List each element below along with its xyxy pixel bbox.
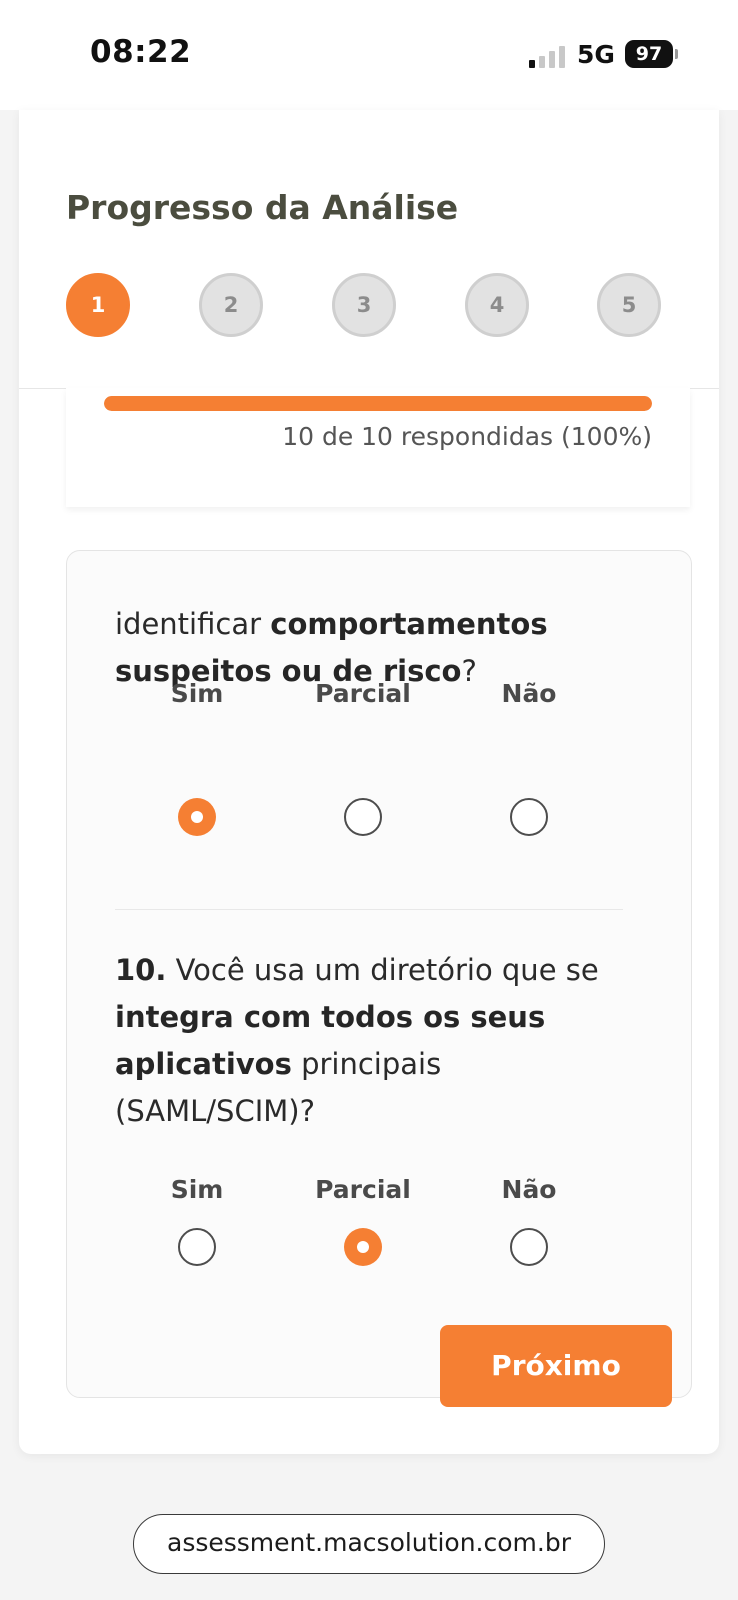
step-1[interactable]: 1 <box>66 273 130 337</box>
question-10-text: 10. Você usa um diretório que se integra… <box>115 953 599 1128</box>
q10-option-parcial-label: Parcial <box>315 1175 411 1204</box>
battery-level: 97 <box>635 43 663 65</box>
status-bar: 08:22 5G 97 <box>0 0 738 110</box>
q10-option-sim-label: Sim <box>170 1175 224 1204</box>
assessment-card: identificar comportamentos suspeitos ou … <box>19 110 719 1454</box>
q10-option-nao-label: Não <box>501 1175 557 1204</box>
progress-panel: 10 de 10 respondidas (100%) <box>66 388 690 507</box>
progress-bar-fill <box>104 396 652 411</box>
status-time: 08:22 <box>90 34 192 70</box>
progress-text: 10 de 10 respondidas (100%) <box>282 422 652 451</box>
step-5[interactable]: 5 <box>597 273 661 337</box>
q9-option-sim-label: Sim <box>170 679 224 708</box>
q9-radio-parcial[interactable] <box>344 798 382 836</box>
q10-radio-parcial[interactable] <box>344 1228 382 1266</box>
page-title: Progresso da Análise <box>66 188 459 227</box>
battery-tip <box>675 49 678 59</box>
q10-radio-sim[interactable] <box>178 1228 216 1266</box>
progress-bar <box>104 396 652 411</box>
url-bar[interactable]: assessment.macsolution.com.br <box>133 1514 605 1574</box>
next-button[interactable]: Próximo <box>440 1325 672 1407</box>
questions-card: identificar comportamentos suspeitos ou … <box>66 550 692 1398</box>
network-type: 5G <box>577 40 615 69</box>
q9-option-parcial-label: Parcial <box>315 679 411 708</box>
signal-icon <box>529 44 567 68</box>
step-2[interactable]: 2 <box>199 273 263 337</box>
step-4[interactable]: 4 <box>465 273 529 337</box>
question-divider <box>115 909 623 910</box>
step-3[interactable]: 3 <box>332 273 396 337</box>
battery-icon: 97 <box>625 40 673 68</box>
progress-header: Progresso da Análise 1 2 3 4 5 <box>19 110 719 389</box>
q9-radio-sim[interactable] <box>178 798 216 836</box>
q10-radio-nao[interactable] <box>510 1228 548 1266</box>
q9-option-nao-label: Não <box>501 679 557 708</box>
q9-radio-nao[interactable] <box>510 798 548 836</box>
